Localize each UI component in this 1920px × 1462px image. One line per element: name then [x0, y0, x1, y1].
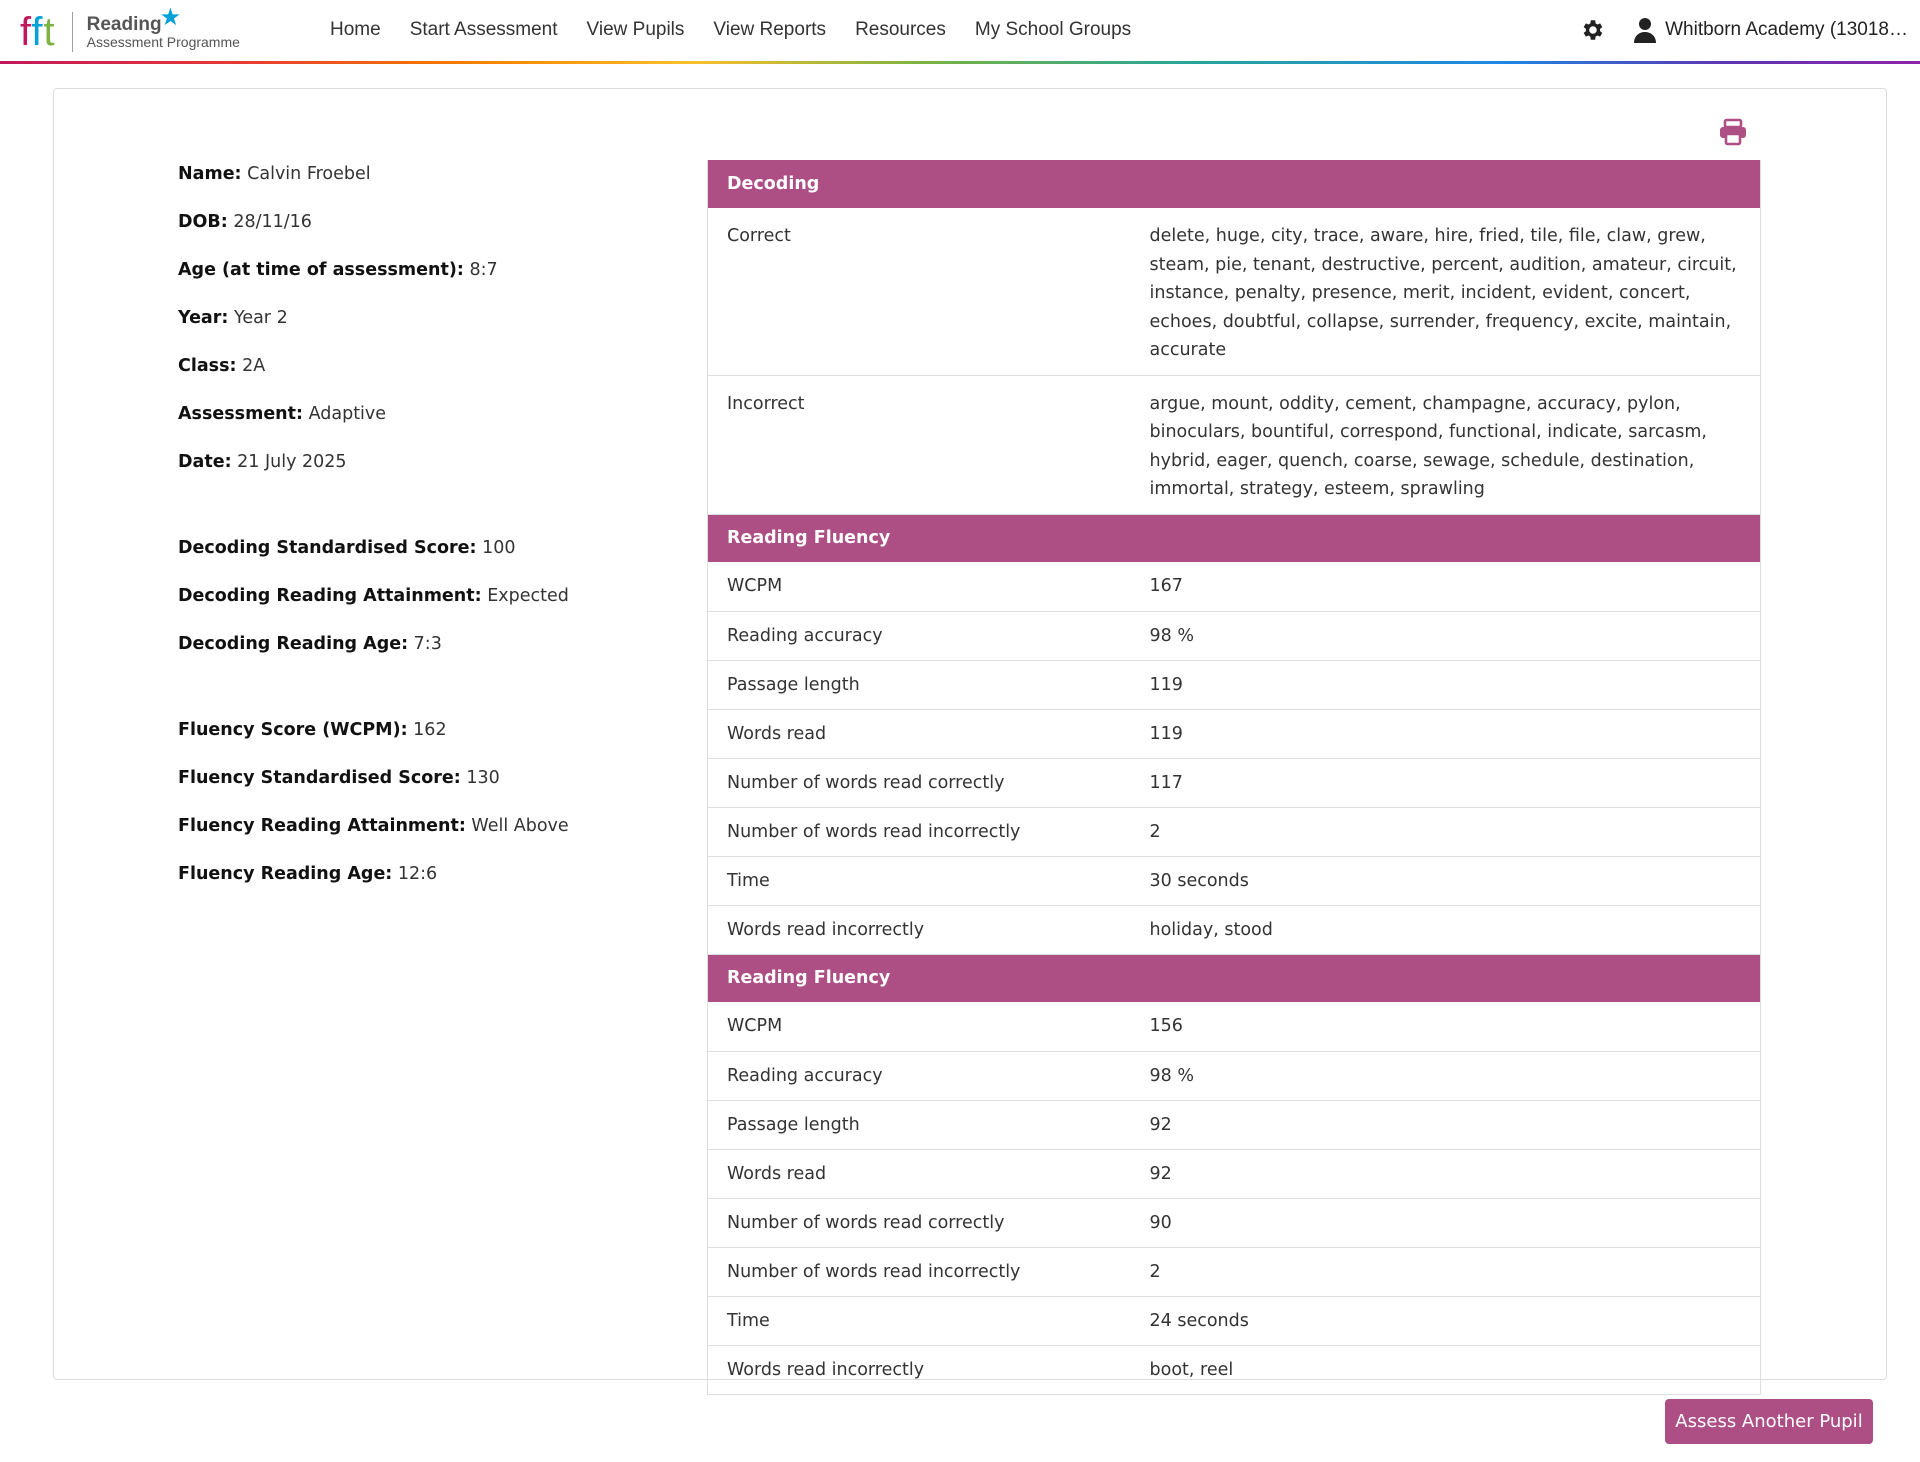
assessment-results-table: Decoding Correct delete, huge, city, tra… [707, 160, 1761, 1395]
correct-words-list: delete, huge, city, trace, aware, hire, … [1130, 208, 1761, 376]
row-label: Time [707, 856, 1131, 906]
decoding-reading-age: Decoding Reading Age: 7:3 [178, 634, 442, 654]
nav-resources[interactable]: Resources [855, 19, 946, 41]
row-value: 24 seconds [1130, 1296, 1761, 1346]
table-row: Passage length 119 [707, 660, 1761, 710]
table-row: Time 24 seconds [707, 1296, 1761, 1346]
row-label: Time [707, 1296, 1131, 1346]
school-account-menu[interactable]: Whitborn Academy (13018… [1665, 19, 1908, 41]
row-value: boot, reel [1130, 1345, 1761, 1395]
main-nav: Home Start Assessment View Pupils View R… [330, 0, 1160, 60]
row-value: 119 [1130, 709, 1761, 759]
nav-start-assessment[interactable]: Start Assessment [410, 19, 558, 41]
table-row: Time 30 seconds [707, 856, 1761, 906]
fft-reading-logo[interactable]: fft Reading ★ Assessment Programme [20, 4, 240, 54]
nav-view-reports[interactable]: View Reports [713, 19, 826, 41]
section-header-reading-fluency: Reading Fluency [707, 954, 1761, 1002]
table-row: WCPM 167 [707, 562, 1761, 612]
row-label: Incorrect [707, 375, 1131, 515]
table-row: WCPM 156 [707, 1002, 1761, 1052]
pupil-year: Year: Year 2 [178, 308, 288, 328]
header-tools: Whitborn Academy (13018… [1579, 0, 1908, 60]
user-icon[interactable] [1633, 17, 1657, 43]
row-value: 156 [1130, 1002, 1761, 1052]
table-row: Incorrect argue, mount, oddity, cement, … [707, 375, 1761, 515]
nav-my-school-groups[interactable]: My School Groups [975, 19, 1131, 41]
row-value: 98 % [1130, 611, 1761, 661]
row-value: 2 [1130, 807, 1761, 857]
nav-view-pupils[interactable]: View Pupils [587, 19, 685, 41]
section-header-reading-fluency: Reading Fluency [707, 514, 1761, 562]
assess-another-pupil-button[interactable]: Assess Another Pupil [1665, 1399, 1873, 1444]
row-label: Number of words read incorrectly [707, 1247, 1131, 1297]
pupil-name: Name: Calvin Froebel [178, 164, 371, 184]
table-row: Words read 119 [707, 709, 1761, 759]
row-label: Correct [707, 208, 1131, 376]
section-header-decoding: Decoding [707, 160, 1761, 208]
pupil-class: Class: 2A [178, 356, 266, 376]
table-row: Number of words read incorrectly 2 [707, 1247, 1761, 1297]
fluency-standardised-score: Fluency Standardised Score: 130 [178, 768, 500, 788]
fluency-reading-attainment: Fluency Reading Attainment: Well Above [178, 816, 569, 836]
star-icon: ★ [159, 3, 182, 31]
product-name: Reading ★ Assessment Programme [86, 4, 240, 50]
row-value: 90 [1130, 1198, 1761, 1248]
pupil-date: Date: 21 July 2025 [178, 452, 347, 472]
table-row: Passage length 92 [707, 1100, 1761, 1150]
table-row: Number of words read incorrectly 2 [707, 807, 1761, 857]
row-label: Reading accuracy [707, 611, 1131, 661]
row-value: holiday, stood [1130, 905, 1761, 955]
table-row: Words read incorrectly boot, reel [707, 1345, 1761, 1395]
gear-icon[interactable] [1579, 17, 1605, 43]
table-row: Reading accuracy 98 % [707, 611, 1761, 661]
row-value: 92 [1130, 1100, 1761, 1150]
row-value: 119 [1130, 660, 1761, 710]
row-label: Words read [707, 709, 1131, 759]
row-label: Words read incorrectly [707, 905, 1131, 955]
nav-home[interactable]: Home [330, 19, 381, 41]
row-label: Passage length [707, 660, 1131, 710]
fft-logo-mark: fft [20, 10, 56, 54]
logo-divider [71, 12, 73, 52]
row-label: Words read incorrectly [707, 1345, 1131, 1395]
table-row: Words read incorrectly holiday, stood [707, 905, 1761, 955]
row-label: Reading accuracy [707, 1051, 1131, 1101]
incorrect-words-list: argue, mount, oddity, cement, champagne,… [1130, 375, 1761, 515]
header-rainbow-divider [0, 61, 1920, 64]
row-value: 98 % [1130, 1051, 1761, 1101]
print-icon[interactable] [1718, 118, 1748, 146]
row-label: Words read [707, 1149, 1131, 1199]
row-label: WCPM [707, 1002, 1131, 1052]
fluency-reading-age: Fluency Reading Age: 12:6 [178, 864, 438, 884]
top-navigation-bar: fft Reading ★ Assessment Programme Home … [0, 0, 1920, 64]
decoding-standardised-score: Decoding Standardised Score: 100 [178, 538, 516, 558]
table-row: Number of words read correctly 90 [707, 1198, 1761, 1248]
table-row: Words read 92 [707, 1149, 1761, 1199]
row-value: 30 seconds [1130, 856, 1761, 906]
table-row: Number of words read correctly 117 [707, 758, 1761, 808]
row-label: WCPM [707, 562, 1131, 612]
row-value: 117 [1130, 758, 1761, 808]
pupil-age: Age (at time of assessment): 8:7 [178, 260, 498, 280]
product-subtitle: Assessment Programme [86, 33, 240, 50]
row-label: Number of words read correctly [707, 1198, 1131, 1248]
pupil-info-panel: Name: Calvin Froebel DOB: 28/11/16 Age (… [178, 162, 738, 910]
table-row: Reading accuracy 98 % [707, 1051, 1761, 1101]
row-value: 2 [1130, 1247, 1761, 1297]
decoding-reading-attainment: Decoding Reading Attainment: Expected [178, 586, 569, 606]
row-value: 92 [1130, 1149, 1761, 1199]
row-label: Number of words read correctly [707, 758, 1131, 808]
row-label: Passage length [707, 1100, 1131, 1150]
row-label: Number of words read incorrectly [707, 807, 1131, 857]
pupil-assessment: Assessment: Adaptive [178, 404, 387, 424]
pupil-dob: DOB: 28/11/16 [178, 212, 312, 232]
table-row: Correct delete, huge, city, trace, aware… [707, 208, 1761, 376]
row-value: 167 [1130, 562, 1761, 612]
fluency-score: Fluency Score (WCPM): 162 [178, 720, 447, 740]
